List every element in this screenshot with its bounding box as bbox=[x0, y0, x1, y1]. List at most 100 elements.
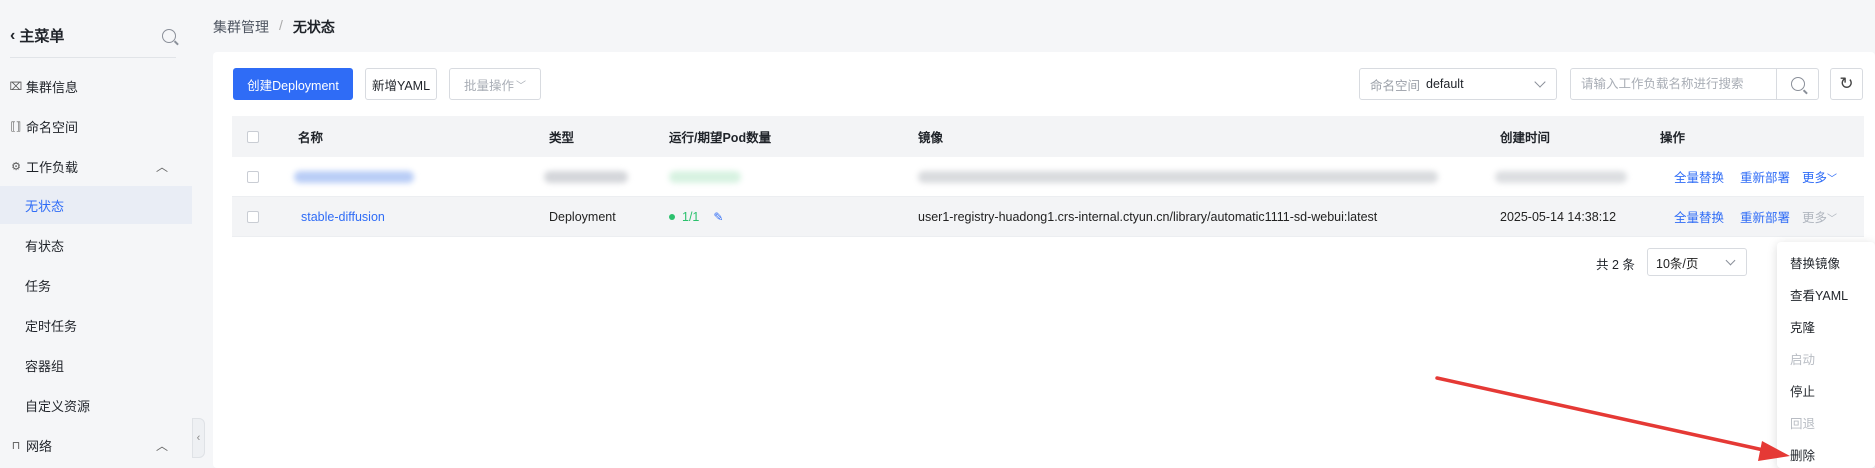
namespace-value: default bbox=[1426, 77, 1464, 91]
sidebar-header[interactable]: ‹ 主菜单 bbox=[10, 14, 176, 58]
sidebar-title: 主菜单 bbox=[19, 28, 65, 45]
sidebar-item-custom-resource[interactable]: 自定义资源 bbox=[0, 386, 192, 424]
sidebar-item-stateless[interactable]: 无状态 bbox=[0, 186, 192, 224]
pagination-total: 共 2 条 bbox=[1596, 258, 1635, 272]
menu-item-stop[interactable]: 停止 bbox=[1790, 381, 1815, 400]
sidebar-item-label: 无状态 bbox=[25, 198, 65, 214]
search-icon[interactable] bbox=[162, 28, 176, 43]
table-row: 全量替换 重新部署 更多﹀ bbox=[232, 157, 1864, 197]
column-header-type: 类型 bbox=[549, 131, 575, 145]
pod-count: 1/1 ✎ bbox=[669, 210, 723, 224]
redeploy-link[interactable]: 重新部署 bbox=[1740, 207, 1790, 226]
row-checkbox[interactable] bbox=[247, 210, 259, 223]
more-actions-menu: 替换镜像 查看YAML 克隆 启动 停止 回退 删除 bbox=[1777, 242, 1875, 468]
workload-image: user1-registry-huadong1.crs-internal.cty… bbox=[918, 209, 1378, 224]
running-status-icon bbox=[669, 214, 675, 221]
main-card: 创建Deployment 新增YAML 批量操作﹀ 命名空间 default ↻… bbox=[213, 52, 1875, 468]
breadcrumb: 集群管理 / 无状态 bbox=[213, 17, 335, 37]
chevron-down-icon bbox=[1534, 76, 1546, 88]
redeploy-link[interactable]: 重新部署 bbox=[1740, 167, 1790, 186]
redacted-type bbox=[544, 170, 628, 183]
sidebar-item-label: 定时任务 bbox=[25, 318, 78, 334]
sidebar-item-label: 有状态 bbox=[25, 238, 65, 254]
page-size-value: 10条/页 bbox=[1656, 256, 1699, 271]
breadcrumb-parent[interactable]: 集群管理 bbox=[213, 17, 269, 37]
breadcrumb-separator: / bbox=[279, 17, 283, 33]
chevron-down-icon: ﹀ bbox=[516, 80, 526, 92]
workload-icon: ⚙ bbox=[11, 160, 21, 173]
menu-item-replace-image[interactable]: 替换镜像 bbox=[1790, 253, 1840, 272]
menu-item-start: 启动 bbox=[1790, 353, 1816, 367]
edit-icon[interactable]: ✎ bbox=[713, 210, 723, 224]
menu-item-delete[interactable]: 删除 bbox=[1790, 445, 1815, 464]
sidebar-item-cluster-info[interactable]: ⌧ 集群信息 bbox=[0, 67, 192, 105]
sidebar-collapse-button[interactable]: ‹ bbox=[192, 418, 205, 458]
sidebar-item-cronjob[interactable]: 定时任务 bbox=[0, 306, 192, 344]
batch-operation-label: 批量操作 bbox=[463, 78, 514, 93]
create-deployment-button[interactable]: 创建Deployment bbox=[233, 68, 353, 100]
redacted-image bbox=[918, 170, 1438, 183]
network-icon: ⊓ bbox=[11, 439, 21, 452]
column-header-actions: 操作 bbox=[1660, 131, 1686, 145]
menu-item-clone[interactable]: 克隆 bbox=[1790, 317, 1815, 336]
column-header-image: 镜像 bbox=[918, 131, 944, 145]
replace-all-link[interactable]: 全量替换 bbox=[1674, 207, 1724, 226]
chevron-down-icon bbox=[1725, 255, 1736, 266]
sidebar-item-job[interactable]: 任务 bbox=[0, 266, 192, 304]
namespace-select[interactable]: 命名空间 default bbox=[1359, 68, 1557, 100]
workload-table: 名称 类型 运行/期望Pod数量 镜像 创建时间 操作 全量替换 重新部署 更多… bbox=[232, 116, 1864, 237]
add-yaml-button[interactable]: 新增YAML bbox=[365, 68, 437, 100]
workload-name-link[interactable]: stable-diffusion bbox=[301, 210, 385, 224]
row-checkbox[interactable] bbox=[247, 170, 259, 183]
chevron-left-icon: ‹ bbox=[196, 432, 201, 444]
search-button[interactable] bbox=[1776, 69, 1818, 99]
replace-all-link[interactable]: 全量替换 bbox=[1674, 167, 1724, 186]
workload-search bbox=[1570, 68, 1819, 100]
redacted-pods bbox=[669, 170, 741, 183]
more-actions-link[interactable]: 更多﹀ bbox=[1802, 167, 1837, 186]
chevron-up-icon: ︿ bbox=[155, 438, 168, 453]
sidebar-item-label: 任务 bbox=[25, 278, 52, 294]
column-header-created: 创建时间 bbox=[1500, 131, 1551, 145]
sidebar-item-stateful[interactable]: 有状态 bbox=[0, 226, 192, 264]
chevron-down-icon: ﹀ bbox=[1827, 174, 1838, 185]
column-header-name: 名称 bbox=[298, 131, 324, 145]
refresh-icon: ↻ bbox=[1839, 74, 1854, 93]
sidebar: ‹ 主菜单 ⌧ 集群信息 ⟦⟧ 命名空间 ⚙ 工作负载 ︿ 无状态 有状态 任务 … bbox=[0, 0, 192, 468]
select-all-checkbox[interactable] bbox=[247, 130, 259, 143]
search-icon bbox=[1790, 77, 1805, 91]
pod-count-value: 1/1 bbox=[682, 209, 700, 224]
sidebar-item-label: 集群信息 bbox=[26, 79, 79, 95]
sidebar-item-workload[interactable]: ⚙ 工作负载 ︿ bbox=[0, 147, 192, 185]
table-row: stable-diffusion Deployment 1/1 ✎ user1-r… bbox=[232, 197, 1864, 237]
workload-search-input[interactable] bbox=[1571, 70, 1779, 98]
more-label: 更多 bbox=[1802, 211, 1828, 225]
workload-created-time: 2025-05-14 14:38:12 bbox=[1500, 209, 1617, 224]
sidebar-item-namespace[interactable]: ⟦⟧ 命名空间 bbox=[0, 107, 192, 145]
sidebar-item-label: 命名空间 bbox=[26, 119, 79, 135]
batch-operation-button[interactable]: 批量操作 ﹀ bbox=[449, 68, 541, 100]
sidebar-item-label: 容器组 bbox=[25, 358, 65, 374]
menu-item-view-yaml[interactable]: 查看YAML bbox=[1790, 285, 1848, 304]
namespace-icon: ⟦⟧ bbox=[10, 120, 22, 133]
table-header: 名称 类型 运行/期望Pod数量 镜像 创建时间 操作 bbox=[232, 116, 1864, 157]
chevron-down-icon: ﹀ bbox=[1827, 214, 1838, 225]
breadcrumb-current: 无状态 bbox=[292, 19, 335, 35]
redacted-name bbox=[294, 170, 414, 183]
sidebar-item-label: 工作负载 bbox=[26, 159, 79, 175]
cluster-icon: ⌧ bbox=[9, 80, 23, 93]
workload-type: Deployment bbox=[549, 209, 616, 224]
sidebar-item-label: 网络 bbox=[26, 438, 53, 454]
sidebar-item-network[interactable]: ⊓ 网络 ︿ bbox=[0, 426, 192, 464]
sidebar-item-pods[interactable]: 容器组 bbox=[0, 346, 192, 384]
menu-item-rollback: 回退 bbox=[1790, 417, 1816, 431]
namespace-label: 命名空间 bbox=[1370, 78, 1421, 93]
redacted-created bbox=[1495, 170, 1627, 183]
chevron-up-icon: ︿ bbox=[155, 159, 168, 174]
more-actions-link[interactable]: 更多﹀ bbox=[1802, 207, 1837, 226]
refresh-button[interactable]: ↻ bbox=[1830, 68, 1863, 100]
more-label: 更多 bbox=[1802, 171, 1828, 185]
column-header-pods: 运行/期望Pod数量 bbox=[669, 131, 772, 145]
page-size-select[interactable]: 10条/页 bbox=[1647, 248, 1747, 276]
sidebar-item-label: 自定义资源 bbox=[25, 398, 91, 414]
